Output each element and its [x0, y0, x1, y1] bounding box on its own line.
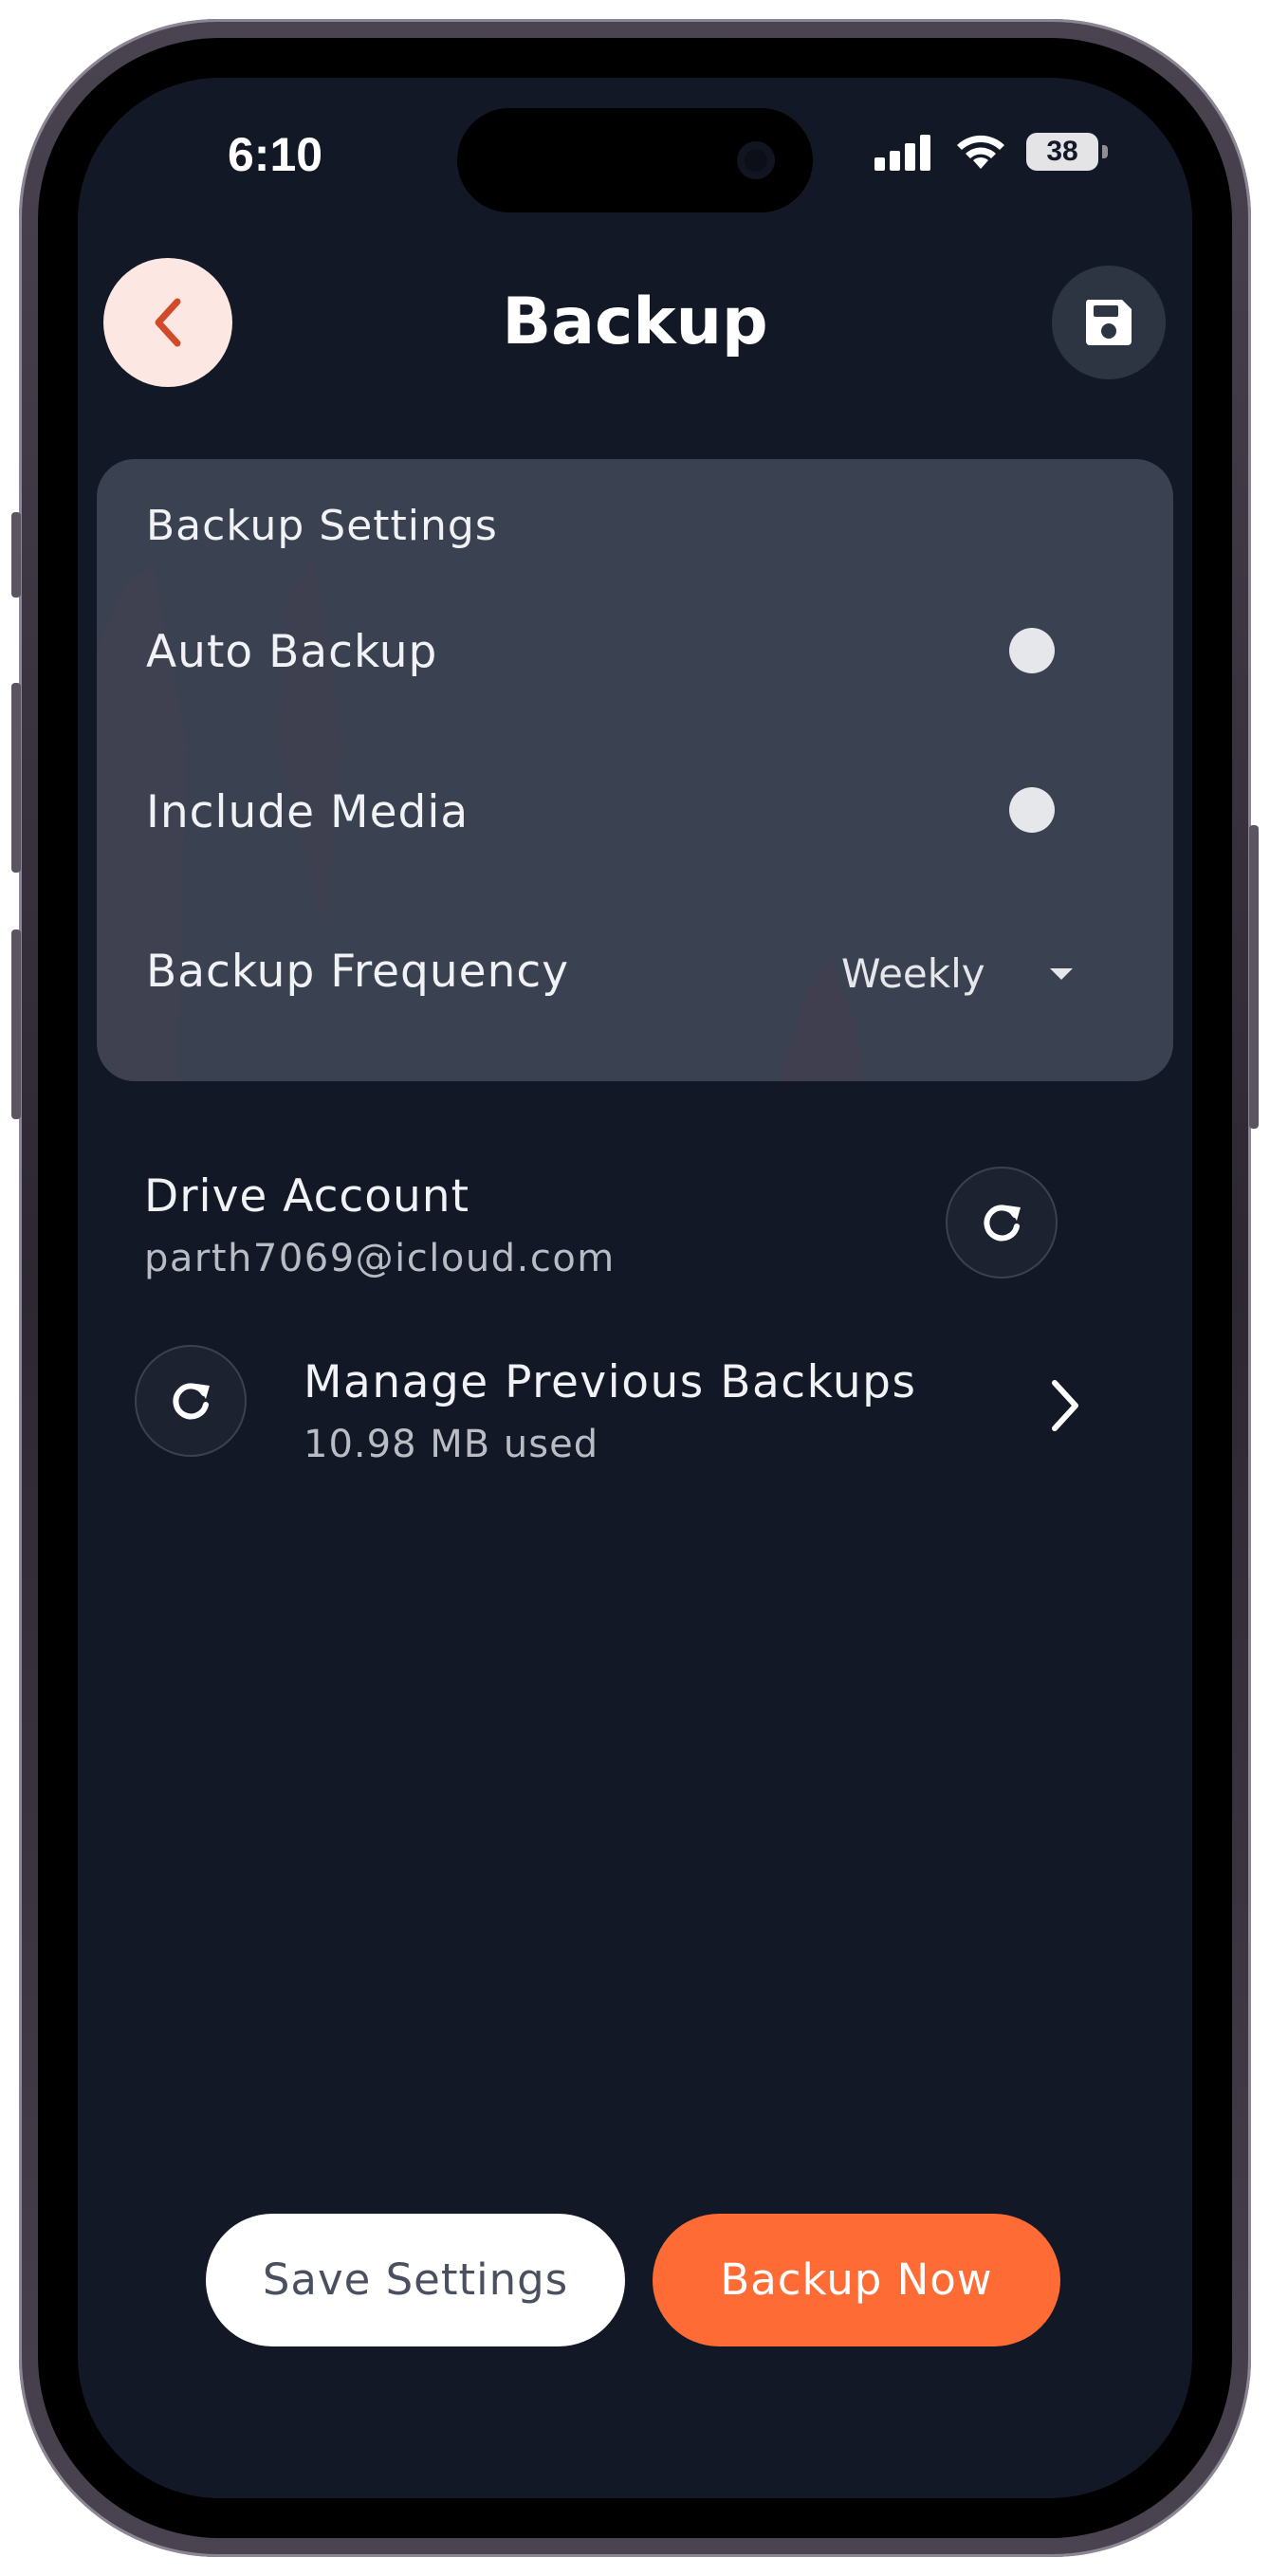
- backup-settings-card: Backup Settings Auto Backup Include Medi…: [97, 459, 1173, 1081]
- save-settings-button[interactable]: Save Settings: [206, 2214, 625, 2346]
- battery-icon: 38: [1026, 133, 1098, 171]
- signal-bar: [920, 135, 930, 171]
- camera-icon: [737, 141, 775, 179]
- signal-bar: [890, 151, 900, 171]
- drive-account-email: parth7069@icloud.com: [144, 1237, 616, 1280]
- side-button-power: [1249, 825, 1259, 1129]
- include-media-label: Include Media: [146, 786, 469, 838]
- status-time: 6:10: [228, 128, 323, 181]
- side-button-volume-up: [11, 683, 21, 873]
- frequency-value: Weekly: [841, 950, 985, 997]
- back-button[interactable]: [103, 258, 232, 387]
- app-screen: 6:10 38 Backup Backup Settings Auto Back…: [78, 78, 1192, 2498]
- backup-frequency-label: Backup Frequency: [146, 946, 570, 998]
- wifi-icon: [957, 135, 1004, 169]
- save-icon-button[interactable]: [1052, 266, 1166, 379]
- signal-bar: [874, 157, 885, 171]
- auto-backup-label: Auto Backup: [146, 626, 438, 678]
- dynamic-island: [457, 108, 813, 212]
- refresh-icon: [173, 1383, 210, 1420]
- manage-previous-backups-label: Manage Previous Backups: [304, 1356, 917, 1408]
- drive-account-label: Drive Account: [144, 1170, 470, 1223]
- settings-card-title: Backup Settings: [146, 502, 498, 550]
- auto-backup-toggle[interactable]: [1009, 628, 1055, 673]
- page-title: Backup: [502, 285, 768, 359]
- backup-storage-usage: 10.98 MB used: [304, 1423, 599, 1466]
- chevron-right-icon[interactable]: [1045, 1377, 1083, 1434]
- side-button-action: [11, 512, 21, 598]
- chevron-left-icon: [155, 298, 181, 347]
- refresh-account-button[interactable]: [946, 1167, 1058, 1279]
- signal-bar: [905, 143, 915, 171]
- include-media-toggle[interactable]: [1009, 787, 1055, 833]
- battery-tip: [1102, 145, 1108, 158]
- backup-now-button[interactable]: Backup Now: [653, 2214, 1060, 2346]
- side-button-volume-down: [11, 929, 21, 1119]
- signal-icon: [874, 133, 933, 171]
- caret-down-icon: [1050, 968, 1073, 980]
- previous-backups-icon-button: [135, 1345, 247, 1457]
- floppy-disk-icon: [1085, 300, 1132, 345]
- frequency-dropdown[interactable]: Weekly: [827, 933, 1102, 1019]
- refresh-icon: [984, 1205, 1021, 1242]
